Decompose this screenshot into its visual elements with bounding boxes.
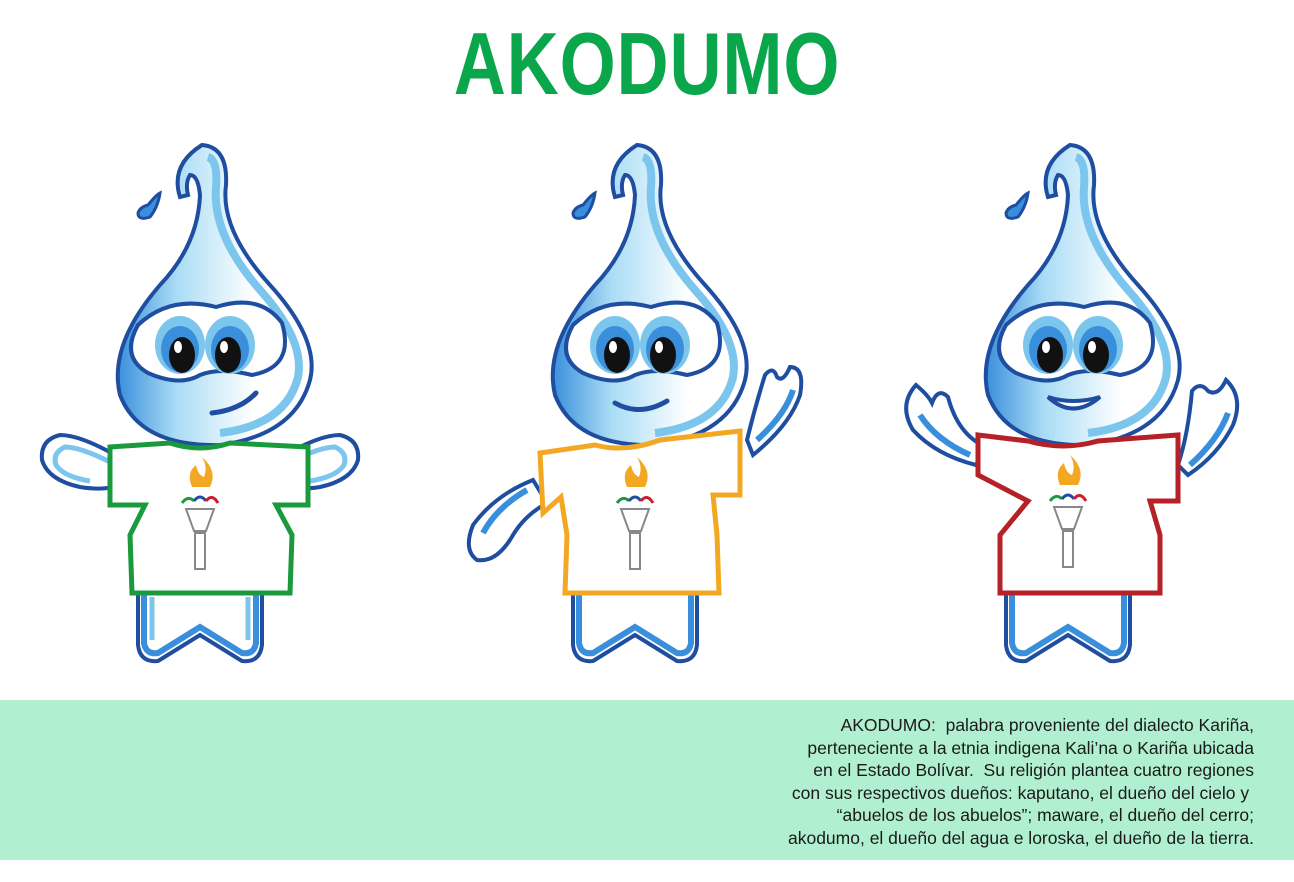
mascot-orange-shirt	[466, 142, 804, 664]
shirt	[975, 432, 1181, 596]
shirt	[537, 428, 743, 596]
mascot-red-shirt	[904, 142, 1240, 664]
page-title: AKODUMO	[453, 14, 841, 113]
legs	[1004, 588, 1132, 664]
caption-line: “abuelos de los abuelos”; maware, el due…	[836, 805, 1254, 826]
caption-line: AKODUMO: palabra proveniente del dialect…	[840, 715, 1254, 735]
legs	[136, 588, 264, 664]
caption-line: perteneciente a la etnia indigena Kali’n…	[807, 737, 1254, 758]
head	[983, 142, 1182, 448]
legs	[571, 588, 699, 664]
shirt	[107, 440, 311, 596]
caption-text: AKODUMO: palabra proveniente del dialect…	[654, 714, 1254, 850]
caption-line: en el Estado Bolívar. Su religión plante…	[813, 760, 1254, 781]
head	[550, 142, 749, 448]
head	[115, 142, 314, 448]
caption-line: con sus respectivos dueños: kaputano, el…	[791, 782, 1254, 803]
caption-line: akodumo, el dueño del agua e loroska, el…	[787, 827, 1254, 848]
caption-band: AKODUMO: palabra proveniente del dialect…	[0, 700, 1294, 860]
mascot-green-shirt	[39, 142, 361, 664]
